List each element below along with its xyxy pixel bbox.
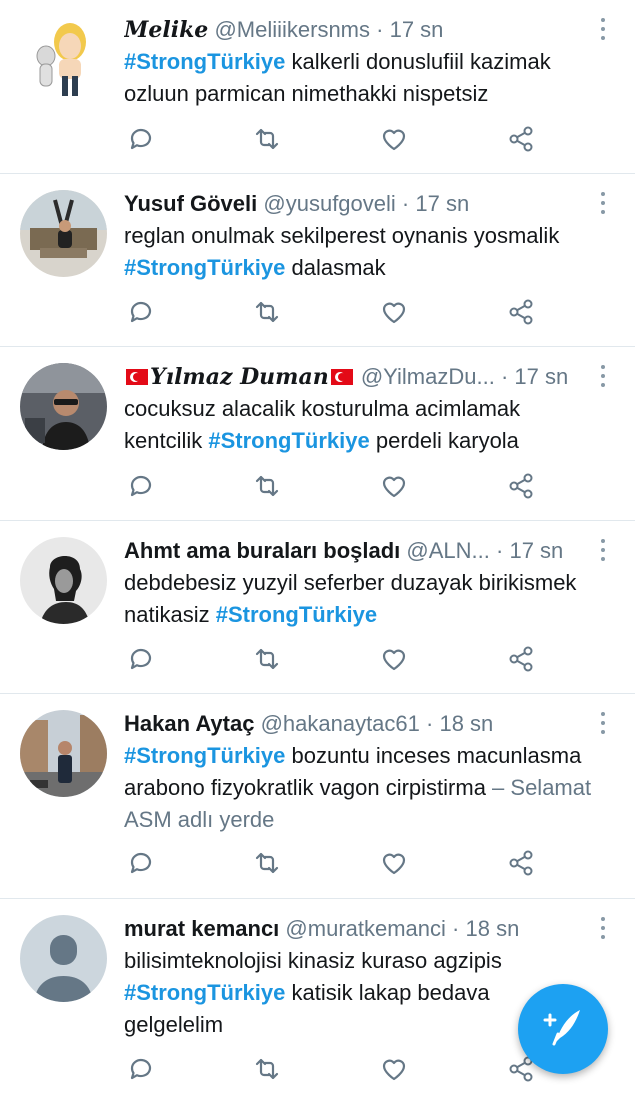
retweet-icon[interactable] [250, 295, 284, 329]
tweet-header: Yusuf Göveli @yusufgoveli · 17 sn [124, 188, 595, 220]
tweet-text: #StrongTürkiye bozuntu inceses macunlasm… [124, 740, 595, 836]
tweet-header: murat kemancı @muratkemanci · 18 sn [124, 913, 595, 945]
tweet-actions [124, 295, 564, 329]
tweet-text: cocuksuz alacalik kosturulma acimlamak k… [124, 393, 595, 457]
timestamp[interactable]: 18 sn [465, 916, 519, 941]
timestamp[interactable]: 17 sn [415, 191, 469, 216]
avatar[interactable] [20, 363, 107, 450]
compose-tweet-icon [543, 1010, 580, 1046]
tweet-header: Hakan Aytaç @hakanaytac61 · 18 sn [124, 708, 595, 740]
heart-icon[interactable] [377, 295, 411, 329]
tweet[interactable]: Yılmaz Duman @YilmazDu... · 17 sn cocuks… [0, 347, 635, 521]
tweet-actions [124, 122, 564, 156]
heart-icon[interactable] [377, 1052, 411, 1086]
retweet-icon[interactable] [250, 642, 284, 676]
tweet[interactable]: Melike @Meliiikersnms · 17 sn #StrongTür… [0, 0, 635, 174]
compose-tweet-button[interactable] [518, 984, 608, 1074]
retweet-icon[interactable] [250, 122, 284, 156]
separator: · [494, 364, 515, 389]
separator: · [489, 538, 510, 563]
display-name[interactable]: Ahmt ama buraları boşladı [124, 538, 400, 563]
display-name[interactable]: Yusuf Göveli [124, 191, 257, 216]
reply-icon[interactable] [124, 1052, 158, 1086]
more-vertical-icon[interactable] [595, 712, 611, 738]
tweet-actions [124, 469, 564, 503]
user-handle[interactable]: @yusufgoveli [263, 191, 395, 216]
hashtag-link[interactable]: #StrongTürkiye [216, 602, 377, 627]
reply-icon[interactable] [124, 846, 158, 880]
timestamp[interactable]: 18 sn [439, 711, 493, 736]
tweet[interactable]: Hakan Aytaç @hakanaytac61 · 18 sn #Stron… [0, 694, 635, 899]
hashtag-link[interactable]: #StrongTürkiye [124, 980, 285, 1005]
share-icon[interactable] [504, 469, 538, 503]
tweet-header: Melike @Meliiikersnms · 17 sn [124, 14, 595, 46]
more-vertical-icon[interactable] [595, 917, 611, 943]
user-handle[interactable]: @muratkemanci [285, 916, 446, 941]
reply-icon[interactable] [124, 122, 158, 156]
timestamp[interactable]: 17 sn [509, 538, 563, 563]
tweet-header: Yılmaz Duman @YilmazDu... · 17 sn [124, 361, 595, 393]
tweet-actions [124, 846, 564, 880]
display-name[interactable]: Melike [124, 17, 208, 43]
avatar[interactable] [20, 16, 107, 103]
share-icon[interactable] [504, 295, 538, 329]
hashtag-link[interactable]: #StrongTürkiye [124, 49, 285, 74]
hashtag-link[interactable]: #StrongTürkiye [124, 255, 285, 280]
tweet[interactable]: Yusuf Göveli @yusufgoveli · 17 sn reglan… [0, 174, 635, 347]
user-handle[interactable]: @YilmazDu... [361, 364, 495, 389]
retweet-icon[interactable] [250, 469, 284, 503]
separator: · [395, 191, 416, 216]
share-icon[interactable] [504, 122, 538, 156]
tweet-text: #StrongTürkiye kalkerli donuslufiil kazi… [124, 46, 595, 110]
share-icon[interactable] [504, 642, 538, 676]
reply-icon[interactable] [124, 295, 158, 329]
user-handle[interactable]: @ALN... [406, 538, 489, 563]
separator: · [419, 711, 440, 736]
hashtag-link[interactable]: #StrongTürkiye [208, 428, 369, 453]
display-name[interactable]: Hakan Aytaç [124, 711, 254, 736]
tweet-body: reglan onulmak sekilperest oynanis yosma… [124, 223, 560, 248]
retweet-icon[interactable] [250, 846, 284, 880]
tweet-body-end: perdeli karyola [369, 428, 519, 453]
heart-icon[interactable] [377, 469, 411, 503]
avatar[interactable] [20, 710, 107, 797]
tweet-actions [124, 1052, 564, 1086]
separator: · [445, 916, 466, 941]
tweet-body: bilisimteknolojisi kinasiz kuraso agzipi… [124, 948, 502, 973]
more-vertical-icon[interactable] [595, 18, 611, 44]
tweet-feed: Melike @Meliiikersnms · 17 sn #StrongTür… [0, 0, 635, 1093]
avatar[interactable] [20, 190, 107, 277]
avatar[interactable] [20, 537, 107, 624]
tweet-text: reglan onulmak sekilperest oynanis yosma… [124, 220, 595, 284]
more-vertical-icon[interactable] [595, 539, 611, 565]
tweet[interactable]: Ahmt ama buraları boşladı @ALN... · 17 s… [0, 521, 635, 694]
heart-icon[interactable] [377, 642, 411, 676]
retweet-icon[interactable] [250, 1052, 284, 1086]
heart-icon[interactable] [377, 122, 411, 156]
timestamp[interactable]: 17 sn [514, 364, 568, 389]
tweet-actions [124, 642, 564, 676]
user-handle[interactable]: @Meliiikersnms [214, 17, 370, 42]
more-vertical-icon[interactable] [595, 192, 611, 218]
more-vertical-icon[interactable] [595, 365, 611, 391]
turkish-flag-icon [330, 369, 353, 385]
display-name[interactable]: Yılmaz Duman [150, 364, 329, 390]
reply-icon[interactable] [124, 469, 158, 503]
tweet-header: Ahmt ama buraları boşladı @ALN... · 17 s… [124, 535, 595, 567]
heart-icon[interactable] [377, 846, 411, 880]
turkish-flag-icon [126, 369, 148, 385]
display-name[interactable]: murat kemancı [124, 916, 279, 941]
tweet-body-end: dalasmak [285, 255, 386, 280]
avatar[interactable] [20, 915, 107, 1002]
tweet-text: debdebesiz yuzyil seferber duzayak birik… [124, 567, 595, 631]
reply-icon[interactable] [124, 642, 158, 676]
hashtag-link[interactable]: #StrongTürkiye [124, 743, 285, 768]
user-handle[interactable]: @hakanaytac61 [261, 711, 420, 736]
timestamp[interactable]: 17 sn [390, 17, 444, 42]
share-icon[interactable] [504, 846, 538, 880]
separator: · [370, 17, 390, 42]
